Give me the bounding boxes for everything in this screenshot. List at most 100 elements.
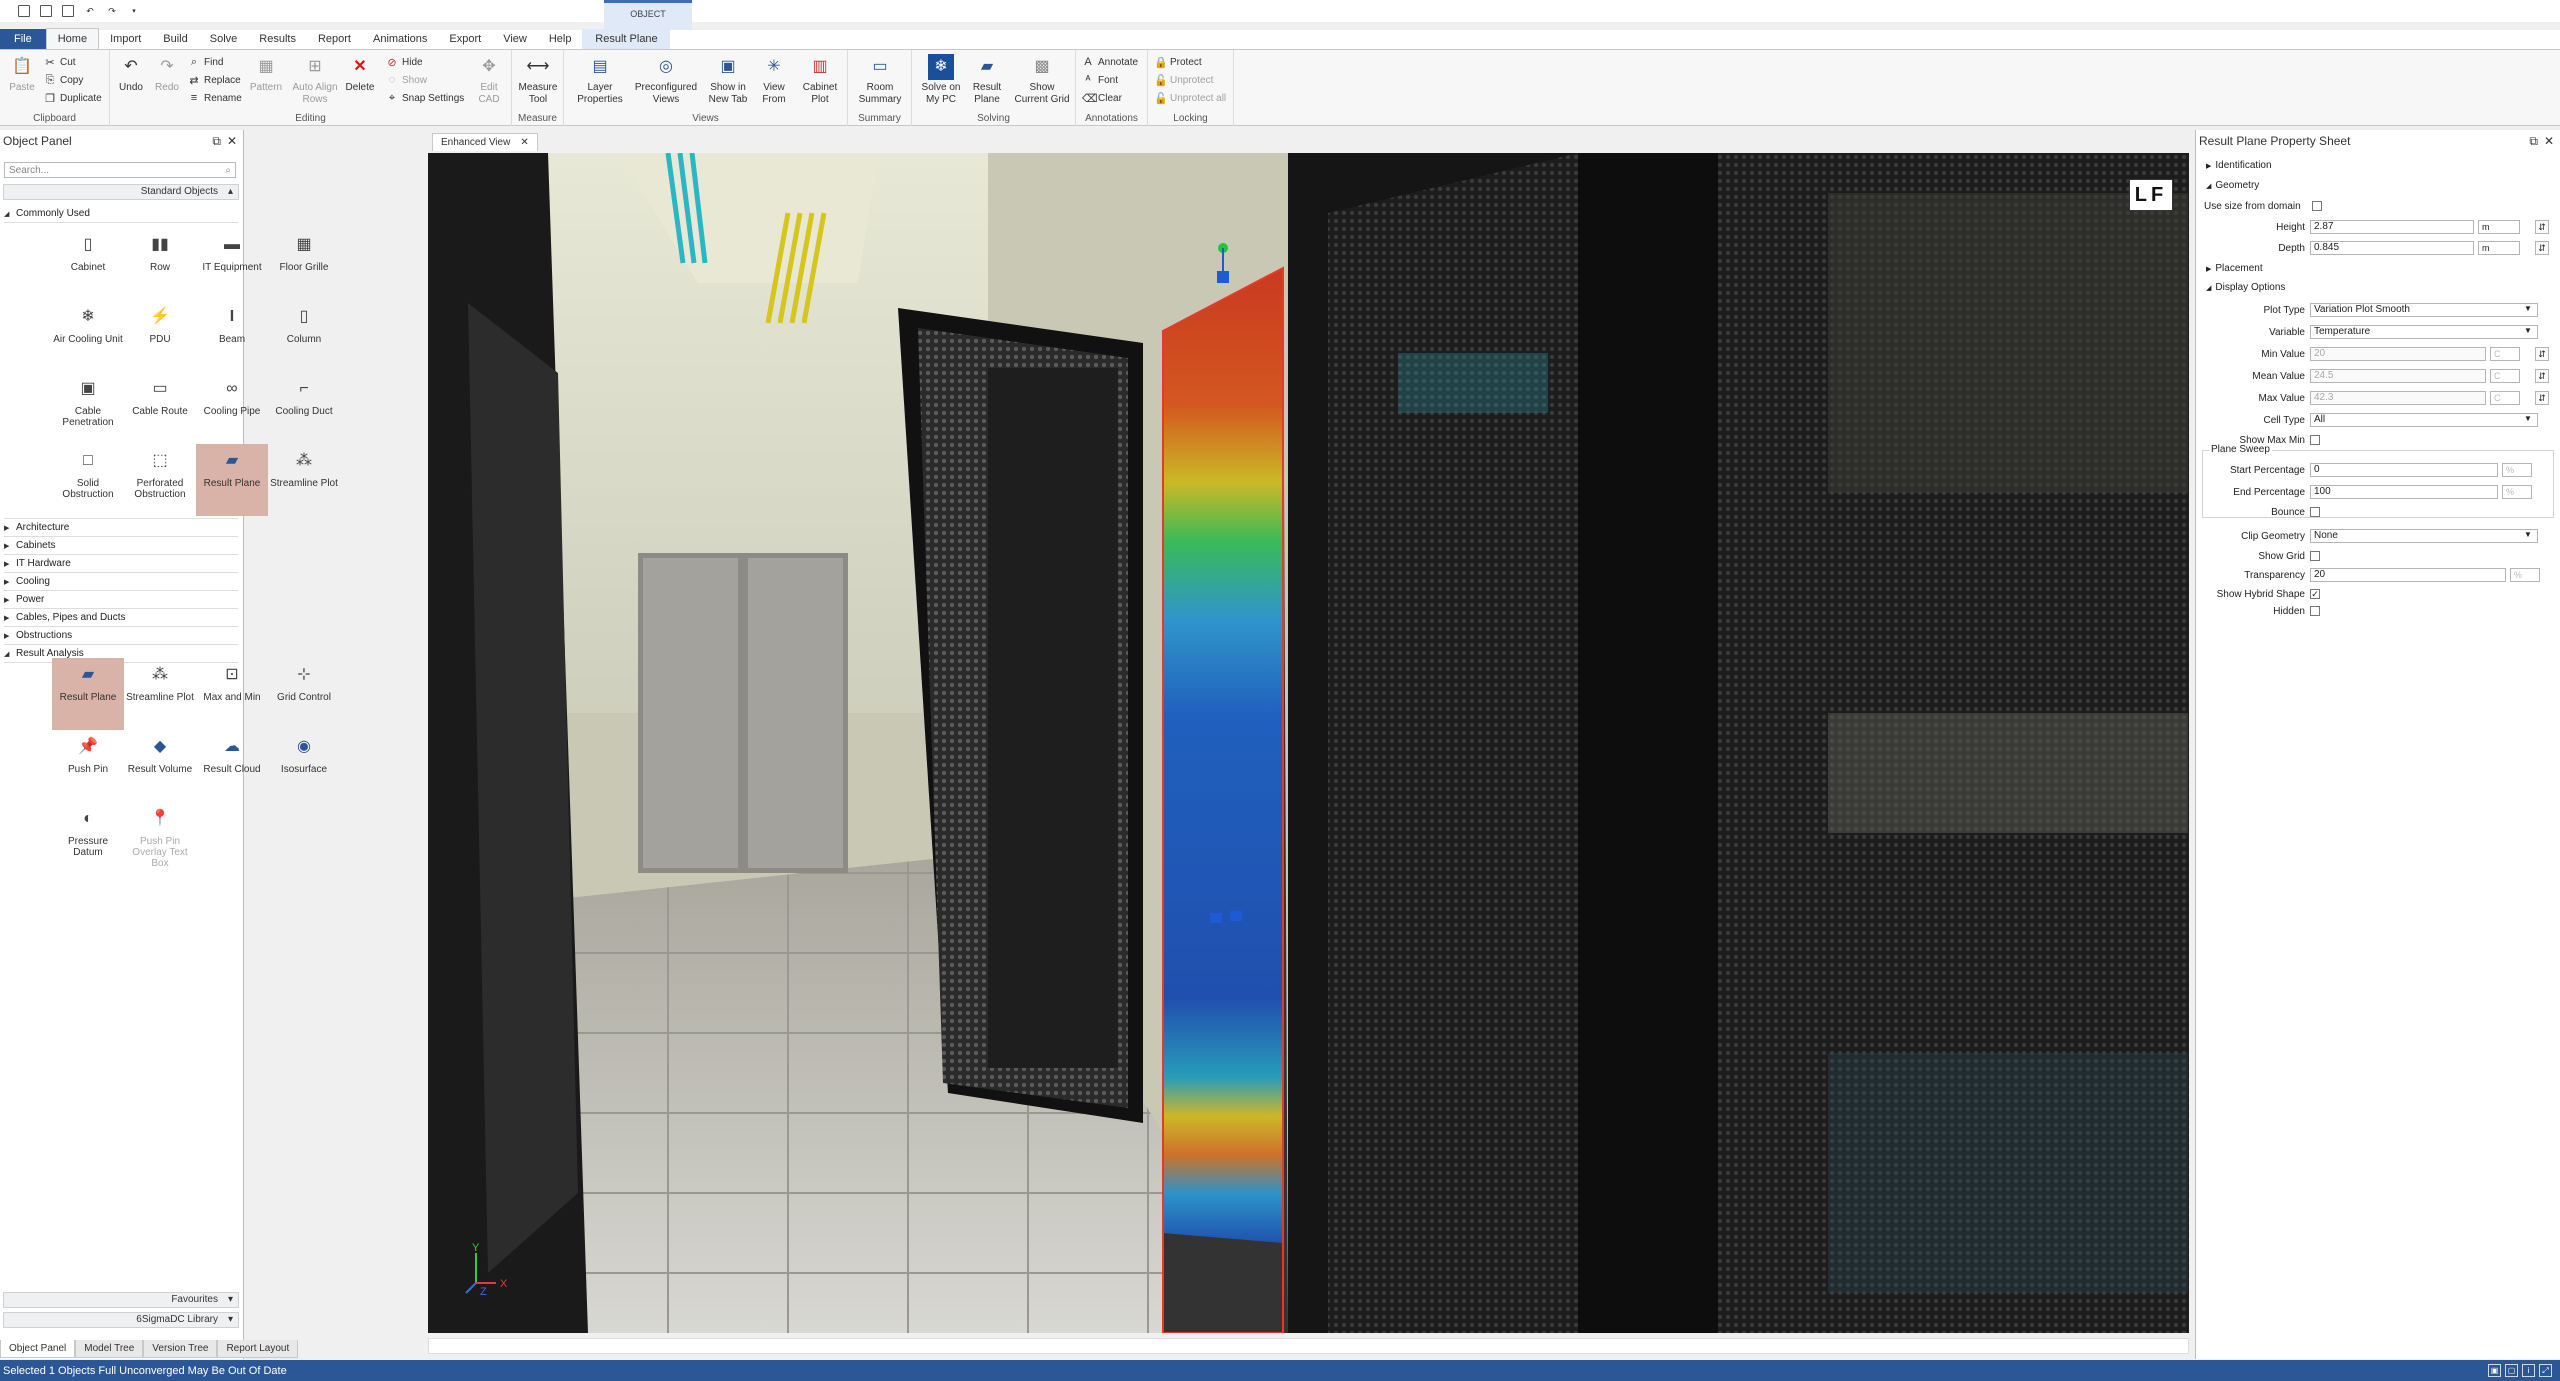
tab-animations[interactable]: Animations <box>362 29 438 49</box>
tab-report-layout[interactable]: Report Layout <box>217 1340 299 1358</box>
height-input[interactable]: 2.87 <box>2310 220 2474 234</box>
hidden-checkbox[interactable] <box>2310 606 2320 616</box>
font-button[interactable]: ᴬ Font <box>1082 72 1119 88</box>
end-pct-unit[interactable]: % <box>2502 485 2532 499</box>
tool-row[interactable]: ▮▮ Row <box>124 228 196 300</box>
tab-results[interactable]: Results <box>248 29 307 49</box>
duplicate-button[interactable]: ❐ Duplicate <box>44 90 102 106</box>
max-value-input[interactable]: 42.3 <box>2310 391 2486 405</box>
unprotect-button[interactable]: 🔓 Unprotect <box>1154 72 1213 88</box>
variable-select[interactable]: Temperature <box>2310 325 2538 339</box>
tool-max-and-min[interactable]: ⊡ Max and Min <box>196 658 268 730</box>
category-cables-pipes-ducts[interactable]: ▶ Cables, Pipes and Ducts <box>4 612 126 623</box>
tool-grid-control[interactable]: ⊹ Grid Control <box>268 658 340 730</box>
transparency-unit[interactable]: % <box>2510 568 2540 582</box>
cut-button[interactable]: ✂ Cut <box>44 54 75 70</box>
show-grid-checkbox[interactable] <box>2310 551 2320 561</box>
protect-button[interactable]: 🔒 Protect <box>1154 54 1202 70</box>
unprotect-all-button[interactable]: 🔓 Unprotect all <box>1154 90 1226 106</box>
start-pct-input[interactable]: 0 <box>2310 463 2498 477</box>
tool-air-cooling-unit[interactable]: ❄ Air Cooling Unit <box>52 300 124 372</box>
show-hybrid-shape-checkbox[interactable]: ✓ <box>2310 589 2320 599</box>
tool-floor-grille[interactable]: ▦ Floor Grille <box>268 228 340 300</box>
tab-file[interactable]: File <box>0 29 46 49</box>
layout-icon[interactable]: ▣ <box>2488 1364 2501 1377</box>
tool-cable-penetration[interactable]: ▣ Cable Penetration <box>52 372 124 444</box>
category-cooling[interactable]: ▶ Cooling <box>4 576 50 587</box>
horizontal-scrollbar[interactable] <box>428 1338 2189 1354</box>
tool-result-plane[interactable]: ▰ Result Plane <box>196 444 268 516</box>
tool-beam[interactable]: I Beam <box>196 300 268 372</box>
tab-solve[interactable]: Solve <box>199 29 249 49</box>
close-tab-icon[interactable]: ✕ <box>520 137 528 148</box>
library-header[interactable]: 6SigmaDC Library <box>3 1312 239 1328</box>
tool-cabinet[interactable]: ▯ Cabinet <box>52 228 124 300</box>
tool-solid-obstruction[interactable]: □ Solid Obstruction <box>52 444 124 516</box>
tool-cooling-pipe[interactable]: ∞ Cooling Pipe <box>196 372 268 444</box>
result-plane-heatmap[interactable] <box>1162 243 1288 1333</box>
tool-cable-route[interactable]: ▭ Cable Route <box>124 372 196 444</box>
category-commonly-used[interactable]: ◢ Commonly Used <box>4 208 90 219</box>
rename-button[interactable]: ≡ Rename <box>188 90 242 106</box>
close-icon[interactable]: ✕ <box>2544 134 2554 149</box>
depth-unit-select[interactable]: m <box>2478 241 2520 255</box>
tool-perforated-obstruction[interactable]: ⬚ Perforated Obstruction <box>124 444 196 516</box>
clear-button[interactable]: ⌫ Clear <box>1082 90 1122 106</box>
hide-button[interactable]: ⊘ Hide <box>386 54 422 70</box>
open-file-icon[interactable] <box>40 5 52 17</box>
search-input[interactable]: Search... ⌕ <box>4 162 236 178</box>
tab-home[interactable]: Home <box>45 28 100 49</box>
end-pct-input[interactable]: 100 <box>2310 485 2498 499</box>
chevron-down-icon[interactable]: ▼ <box>2524 326 2532 335</box>
clip-geometry-select[interactable]: None <box>2310 529 2538 543</box>
tool-isosurface[interactable]: ◉ Isosurface <box>268 730 340 802</box>
start-pct-unit[interactable]: % <box>2502 463 2532 477</box>
pin-icon[interactable]: ⧉ <box>2529 134 2538 149</box>
search-icon[interactable]: ⌕ <box>225 165 231 176</box>
close-icon[interactable]: ✕ <box>227 134 237 149</box>
redo-button[interactable]: ↷ Redo <box>152 54 182 94</box>
min-value-input[interactable]: 20 <box>2310 347 2486 361</box>
info-icon[interactable]: i <box>2522 1364 2535 1377</box>
section-geometry[interactable]: ◢ Geometry <box>2206 180 2259 191</box>
height-unit-select[interactable]: m <box>2478 220 2520 234</box>
find-button[interactable]: ⌕ Find <box>188 54 224 70</box>
category-architecture[interactable]: ▶ Architecture <box>4 522 69 533</box>
room-summary-button[interactable]: ▭ Room Summary <box>854 54 906 106</box>
section-display-options[interactable]: ◢ Display Options <box>2206 282 2285 293</box>
tab-object-panel[interactable]: Object Panel <box>0 1340 76 1358</box>
tab-enhanced-view[interactable]: Enhanced View ✕ <box>432 133 538 151</box>
max-unit-select[interactable]: C <box>2490 391 2520 405</box>
redo-icon[interactable]: ↷ <box>106 5 118 17</box>
tab-model-tree[interactable]: Model Tree <box>75 1340 144 1358</box>
tool-pressure-datum[interactable]: ◐ Pressure Datum <box>52 802 124 874</box>
height-spin-icon[interactable]: ⇵ <box>2535 220 2549 234</box>
depth-input[interactable]: 0.845 <box>2310 241 2474 255</box>
min-unit-select[interactable]: C <box>2490 347 2520 361</box>
preconfigured-views-button[interactable]: ◎ Preconfigured Views <box>632 54 700 106</box>
use-size-checkbox[interactable] <box>2312 201 2322 211</box>
tool-push-pin[interactable]: 📌 Push Pin <box>52 730 124 802</box>
show-in-new-tab-button[interactable]: ▣ Show in New Tab <box>706 54 750 106</box>
undo-icon[interactable]: ↶ <box>84 5 96 17</box>
pattern-button[interactable]: ▦ Pattern <box>246 54 286 94</box>
favourites-header[interactable]: Favourites <box>3 1292 239 1308</box>
layer-properties-button[interactable]: ▤ Layer Properties <box>574 54 626 106</box>
auto-align-rows-button[interactable]: ⊞ Auto Align Rows <box>292 54 338 106</box>
tool-push-pin-overlay[interactable]: 📍 Push Pin Overlay Text Box <box>124 802 196 874</box>
depth-spin-icon[interactable]: ⇵ <box>2535 241 2549 255</box>
tab-export[interactable]: Export <box>438 29 492 49</box>
tool-streamline-plot[interactable]: ⁂ Streamline Plot <box>268 444 340 516</box>
show-button[interactable]: ◌ Show <box>386 72 427 88</box>
customize-dropdown-icon[interactable]: ▾ <box>128 5 140 17</box>
pin-icon[interactable]: ⧉ <box>212 134 221 149</box>
show-current-grid-button[interactable]: ▩ Show Current Grid <box>1012 54 1072 106</box>
grid-view-icon[interactable]: ▢ <box>2505 1364 2518 1377</box>
cabinet-plot-button[interactable]: ▥ Cabinet Plot <box>798 54 842 106</box>
tool-result-plane-ra[interactable]: ▰ Result Plane <box>52 658 124 730</box>
category-power[interactable]: ▶ Power <box>4 594 44 605</box>
measure-tool-button[interactable]: ⟷ Measure Tool <box>516 54 560 106</box>
tool-it-equipment[interactable]: ▬ IT Equipment <box>196 228 268 300</box>
snap-settings-button[interactable]: ⌖ Snap Settings <box>386 90 464 106</box>
mean-value-input[interactable]: 24.5 <box>2310 369 2486 383</box>
